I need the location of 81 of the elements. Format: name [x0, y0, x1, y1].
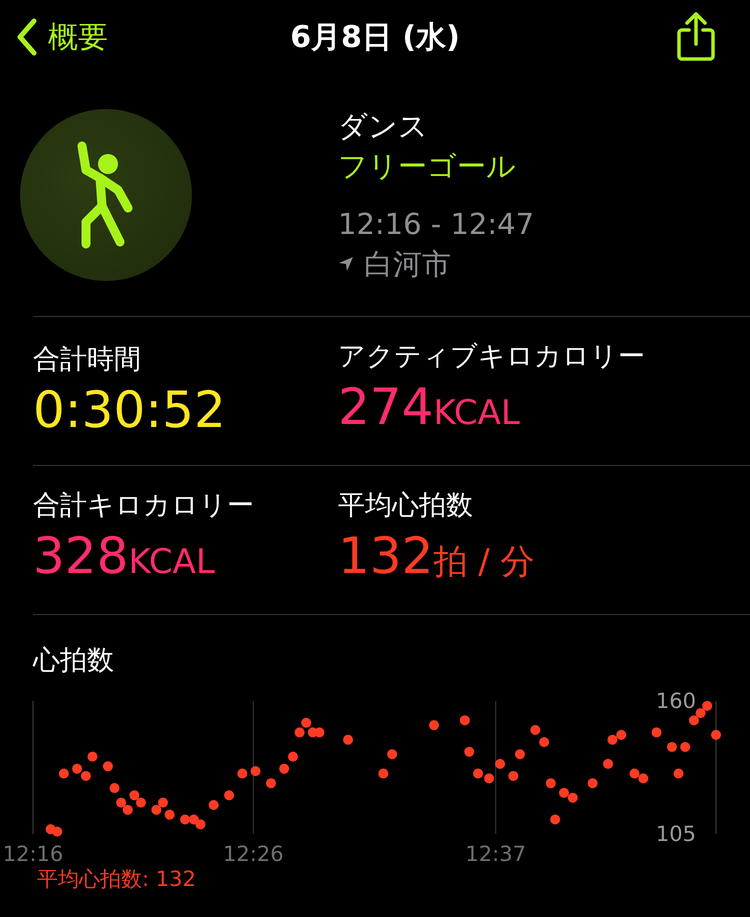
- heart-rate-point: [151, 804, 162, 815]
- metric-label: アクティブキロカロリー: [338, 340, 646, 374]
- heart-rate-point: [508, 770, 518, 781]
- heart-rate-point: [237, 768, 248, 779]
- heart-rate-point: [180, 814, 190, 824]
- bpm-axis-label: 105: [656, 822, 696, 846]
- heart-rate-point: [387, 749, 398, 760]
- metric-value: 0:30:52: [33, 380, 227, 441]
- heart-rate-point: [558, 788, 569, 798]
- heart-rate-point: [208, 800, 219, 810]
- heart-rate-point: [473, 768, 484, 779]
- heart-rate-point: [102, 761, 113, 772]
- back-chevron-icon: [16, 18, 38, 56]
- heart-rate-point: [428, 720, 439, 730]
- heart-rate-point: [484, 773, 494, 784]
- metric-label: 合計キロカロリー: [33, 489, 255, 523]
- heart-rate-point: [58, 768, 69, 779]
- section-title: 心拍数: [33, 644, 115, 678]
- heart-rate-point: [616, 730, 626, 740]
- time-axis-label: 12:16: [2, 842, 64, 865]
- heart-rate-point: [136, 798, 146, 808]
- heart-rate-point: [158, 798, 168, 808]
- heart-rate-point: [688, 715, 699, 726]
- heart-rate-point: [164, 810, 175, 820]
- heart-rate-point: [266, 778, 276, 788]
- back-link[interactable]: 概要: [16, 16, 108, 58]
- bpm-axis-label: 160: [656, 689, 696, 713]
- heart-rate-point: [279, 764, 290, 774]
- heart-rate-point: [288, 752, 298, 762]
- heart-rate-point: [343, 734, 354, 745]
- heart-rate-point: [301, 718, 312, 728]
- heart-rate-point: [52, 826, 62, 837]
- heart-rate-point: [680, 742, 690, 752]
- metric-label: 平均心拍数: [338, 489, 474, 523]
- metric-value: 328KCAL: [33, 526, 216, 587]
- heart-rate-point: [607, 734, 618, 745]
- heart-rate-point: [711, 730, 721, 740]
- heart-rate-point: [460, 715, 470, 726]
- metric-label: 合計時間: [33, 343, 142, 377]
- heart-rate-point: [603, 758, 614, 769]
- workout-location: 白河市: [364, 246, 451, 283]
- average-heart-rate: 平均心拍数: 132: [37, 866, 197, 893]
- heart-rate-point: [122, 804, 133, 815]
- metric-value: 132拍 / 分: [338, 526, 536, 587]
- heart-rate-point: [378, 768, 388, 779]
- heart-rate-point: [294, 727, 305, 738]
- heart-rate-point: [546, 778, 556, 788]
- heart-rate-point: [314, 727, 324, 738]
- time-axis-label: 12:26: [223, 842, 284, 865]
- heart-rate-point: [116, 798, 126, 808]
- heart-rate-point: [87, 752, 98, 762]
- heart-rate-point: [588, 778, 598, 788]
- heart-rate-point: [702, 700, 712, 711]
- heart-rate-point: [195, 819, 206, 830]
- heart-rate-point: [568, 792, 578, 803]
- workout-type: ダンス: [338, 108, 429, 145]
- nav-title: 6月8日 (水): [290, 20, 460, 54]
- heart-rate-point: [129, 790, 140, 800]
- heart-rate-point: [539, 737, 550, 748]
- heart-rate-point: [666, 742, 677, 752]
- heart-rate-point: [674, 768, 684, 779]
- heart-rate-point: [530, 725, 540, 736]
- heart-rate-point: [514, 749, 525, 760]
- metric-value: 274KCAL: [338, 377, 521, 438]
- share-button[interactable]: [676, 12, 716, 62]
- heart-rate-point: [638, 773, 648, 784]
- heart-rate-point: [652, 727, 662, 738]
- heart-rate-point: [72, 764, 82, 774]
- workout-time-range: 12:16 - 12:47: [338, 206, 534, 243]
- heart-rate-point: [250, 766, 261, 776]
- heart-rate-point: [224, 790, 234, 800]
- workout-goal: フリーゴール: [338, 148, 517, 185]
- time-axis-label: 12:37: [465, 842, 526, 865]
- heart-rate-point: [464, 746, 474, 757]
- heart-rate-point: [495, 758, 506, 769]
- heart-rate-point: [110, 783, 120, 794]
- location-arrow-icon: [338, 256, 354, 272]
- heart-rate-point: [696, 708, 706, 718]
- heart-rate-point: [550, 814, 560, 824]
- heart-rate-point: [80, 770, 91, 781]
- heart-rate-point: [629, 768, 640, 779]
